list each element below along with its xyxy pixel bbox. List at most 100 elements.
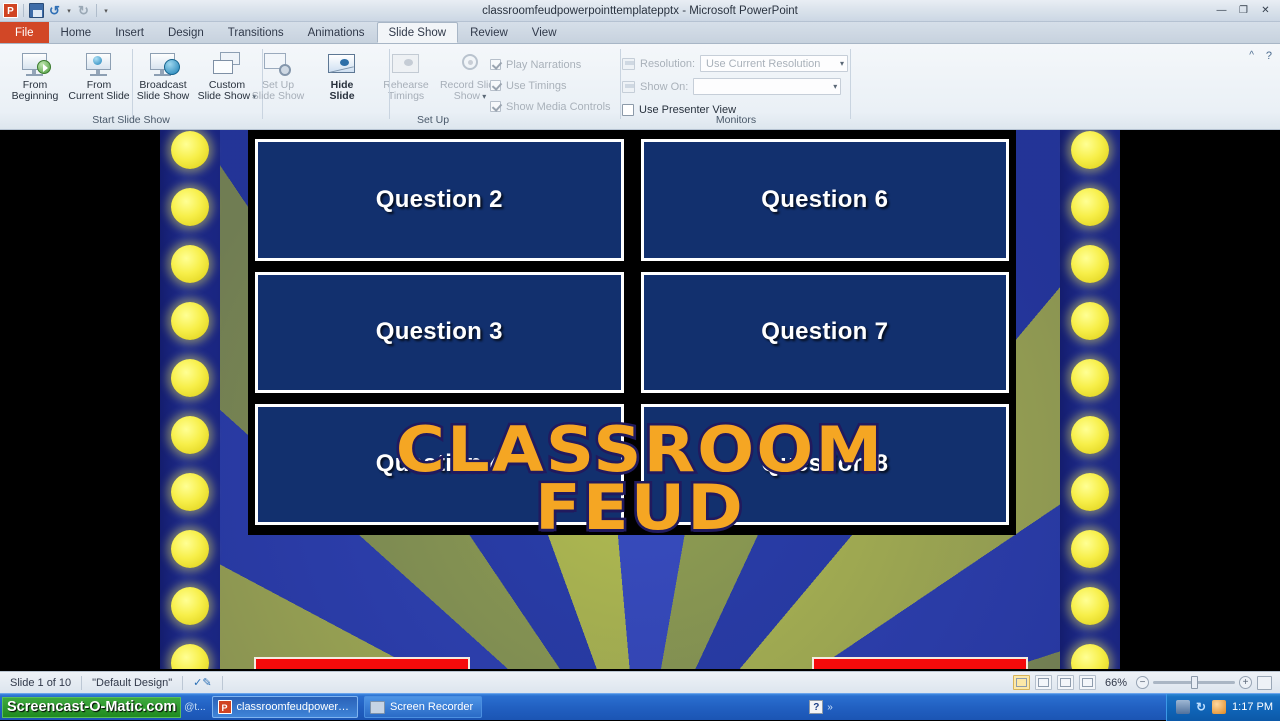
reading-view-button[interactable] — [1056, 675, 1074, 690]
help-icon[interactable]: ? — [1266, 50, 1272, 62]
tab-animations[interactable]: Animations — [296, 22, 377, 43]
tab-home[interactable]: Home — [49, 22, 104, 43]
from-beginning-button[interactable]: From Beginning — [4, 46, 66, 102]
tab-slide-show[interactable]: Slide Show — [376, 22, 459, 43]
tab-insert[interactable]: Insert — [103, 22, 156, 43]
broadcast-slide-show-button[interactable]: Broadcast Slide Show — [132, 46, 194, 102]
slide-canvas[interactable]: Question 1 Question 2 Question 3 Questio… — [0, 130, 1280, 671]
hide-slide-button[interactable]: Hide Slide — [311, 46, 373, 102]
group-label-set-up: Set Up — [416, 114, 450, 126]
zoom-out-button[interactable]: − — [1136, 676, 1149, 689]
question-4-label: Question 4 — [375, 450, 503, 478]
tab-transitions[interactable]: Transitions — [216, 22, 296, 43]
question-4-button[interactable]: Question 4 — [255, 403, 624, 525]
question-7-button[interactable]: Question 7 — [640, 271, 1009, 393]
zoom-track[interactable] — [1153, 676, 1235, 689]
light-bulb-icon — [171, 359, 209, 397]
question-column-left: Question 1 Question 2 Question 3 Questio… — [255, 130, 624, 525]
recorder-icon — [370, 700, 385, 714]
tab-file[interactable]: File — [0, 22, 49, 43]
broadcast-line2: Slide Show — [136, 90, 190, 102]
question-8-button[interactable]: Question 8 — [640, 403, 1009, 525]
clock[interactable]: 1:17 PM — [1232, 701, 1273, 713]
zoom-slider[interactable]: − + — [1136, 676, 1252, 689]
record-slide-show-dropdown-icon[interactable]: ▾ — [480, 92, 486, 101]
from-current-line2: Current Slide — [68, 90, 130, 102]
tab-review[interactable]: Review — [458, 22, 520, 43]
question-8-label: Question 8 — [761, 450, 889, 478]
tray-overflow[interactable]: ? » — [809, 700, 839, 714]
system-tray: ↻ 1:17 PM — [1165, 693, 1280, 721]
resolution-value: Use Current Resolution — [706, 57, 821, 70]
from-current-slide-button[interactable]: From Current Slide — [68, 46, 130, 102]
question-3-button[interactable]: Question 3 — [255, 271, 624, 393]
sync-icon[interactable]: ↻ — [1196, 700, 1206, 714]
show-media-controls-checkbox[interactable]: Show Media Controls — [490, 98, 611, 115]
app-tray-icon[interactable] — [1212, 700, 1227, 714]
slide-sorter-view-button[interactable] — [1034, 675, 1052, 690]
tab-design[interactable]: Design — [156, 22, 216, 43]
show-on-chevron-down-icon[interactable]: ▾ — [833, 82, 837, 91]
rehearse-timings-button[interactable]: Rehearse Timings — [375, 46, 437, 102]
light-bulb-icon — [171, 530, 209, 568]
team-1-name[interactable]: Team 1 — [254, 657, 470, 669]
use-timings-checkbox[interactable]: Use Timings — [490, 77, 611, 94]
rehearse-line2: Timings — [387, 90, 425, 102]
show-on-row: Show On: ▾ — [622, 77, 850, 96]
light-bulb-icon — [1071, 131, 1109, 169]
zoom-level[interactable]: 66% — [1101, 677, 1131, 689]
show-on-icon — [622, 80, 635, 93]
resolution-row: Resolution: Use Current Resolution ▾ — [622, 54, 850, 73]
status-bar-right: 66% − + — [1012, 675, 1280, 690]
question-6-button[interactable]: Question 6 — [640, 139, 1009, 261]
team-2-panel[interactable]: Team 2 0 — [812, 657, 1028, 669]
play-narrations-check-icon[interactable] — [490, 59, 501, 70]
question-2-button[interactable]: Question 2 — [255, 139, 624, 261]
show-media-controls-check-icon[interactable] — [490, 101, 501, 112]
theme-name[interactable]: "Default Design" — [82, 672, 182, 694]
light-bulb-icon — [1071, 302, 1109, 340]
light-bulb-icon — [1071, 416, 1109, 454]
group-monitors: Resolution: Use Current Resolution ▾ Sho… — [622, 44, 850, 128]
tab-view[interactable]: View — [520, 22, 569, 43]
light-bulb-icon — [171, 416, 209, 454]
window-title: classroomfeudpowerpointtemplatepptx - Mi… — [482, 4, 798, 17]
team-2-name[interactable]: Team 2 — [812, 657, 1028, 669]
slide-show-view-button[interactable] — [1078, 675, 1096, 690]
tray-expand-icon[interactable]: » — [827, 702, 833, 713]
normal-view-button[interactable] — [1012, 675, 1030, 690]
resolution-chevron-down-icon[interactable]: ▾ — [840, 59, 844, 68]
use-timings-check-icon[interactable] — [490, 80, 501, 91]
help-tray-icon[interactable]: ? — [809, 700, 824, 714]
ribbon-tabs[interactable]: File Home Insert Design Transitions Anim… — [0, 22, 1280, 44]
play-narrations-checkbox[interactable]: Play Narrations — [490, 56, 611, 73]
status-divider-3 — [221, 675, 223, 690]
fit-slide-icon[interactable] — [1257, 675, 1272, 690]
resolution-label: Resolution: — [640, 57, 696, 70]
light-bulb-icon — [1071, 245, 1109, 283]
ribbon: ^ ? From Beginning From Current Slide Br… — [0, 44, 1280, 130]
slide-1[interactable]: Question 1 Question 2 Question 3 Questio… — [160, 130, 1120, 669]
hide-line2: Slide — [329, 90, 355, 102]
use-timings-label: Use Timings — [506, 79, 567, 92]
zoom-in-button[interactable]: + — [1239, 676, 1252, 689]
from-current-slide-icon — [84, 52, 114, 77]
collapse-ribbon-icon[interactable]: ^ — [1249, 50, 1254, 61]
taskbar-item-powerpoint[interactable]: P classroomfeudpower… — [211, 696, 358, 718]
slide-counter: Slide 1 of 10 — [10, 676, 72, 689]
taskbar-item-screen-recorder[interactable]: Screen Recorder — [364, 696, 483, 718]
team-1-panel[interactable]: Team 1 0 — [254, 657, 470, 669]
zoom-thumb[interactable] — [1191, 676, 1198, 689]
network-icon[interactable] — [1175, 700, 1190, 714]
light-bulb-icon — [1071, 359, 1109, 397]
light-bulb-icon — [171, 473, 209, 511]
group-start-slide-show: From Beginning From Current Slide Broadca — [0, 44, 262, 128]
watermark-text: Screencast-O-Matic.com — [7, 699, 177, 715]
resolution-select[interactable]: Use Current Resolution ▾ — [700, 55, 849, 72]
spellcheck-icon[interactable]: ✓✎ — [183, 672, 221, 694]
show-media-controls-label: Show Media Controls — [506, 100, 611, 113]
show-on-select[interactable]: ▾ — [693, 78, 842, 95]
taskbar: Screencast-O-Matic.com @t... P classroom… — [0, 693, 1280, 721]
set-up-slide-show-button[interactable]: Set Up Slide Show — [247, 46, 309, 102]
broadcast-slide-show-icon — [148, 52, 180, 77]
